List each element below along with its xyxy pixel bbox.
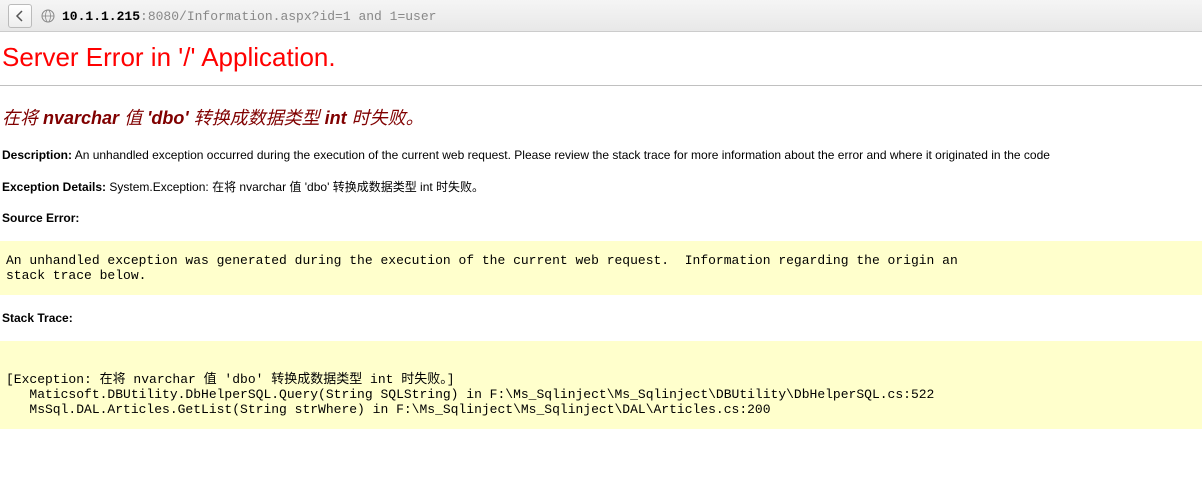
error-message: 在将 nvarchar 值 'dbo' 转换成数据类型 int 时失败。 <box>0 104 1202 148</box>
back-arrow-icon <box>14 10 26 22</box>
stack-trace-block: [Exception: 在将 nvarchar 值 'dbo' 转换成数据类型 … <box>0 341 1202 429</box>
url-bar[interactable]: 10.1.1.215:8080/Information.aspx?id=1 an… <box>62 8 436 24</box>
exception-section: Exception Details: System.Exception: 在将 … <box>2 178 1202 195</box>
description-label: Description: <box>2 148 72 162</box>
exception-label: Exception Details: <box>2 180 106 194</box>
error-title: Server Error in '/' Application. <box>0 42 1202 81</box>
url-path: :8080/Information.aspx?id=1 and 1=user <box>140 9 436 24</box>
url-host: 10.1.1.215 <box>62 9 140 24</box>
source-error-label: Source Error: <box>2 211 79 225</box>
stack-trace-label: Stack Trace: <box>2 311 73 325</box>
browser-toolbar: 10.1.1.215:8080/Information.aspx?id=1 an… <box>0 0 1202 32</box>
error-page: Server Error in '/' Application. 在将 nvar… <box>0 32 1202 429</box>
divider <box>0 85 1202 86</box>
description-text: An unhandled exception occurred during t… <box>72 148 1050 162</box>
source-error-label-section: Source Error: <box>2 211 1202 225</box>
exception-text: System.Exception: 在将 nvarchar 值 'dbo' 转换… <box>106 180 484 194</box>
stack-trace-label-section: Stack Trace: <box>2 311 1202 325</box>
source-error-block: An unhandled exception was generated dur… <box>0 241 1202 295</box>
back-button[interactable] <box>8 4 32 28</box>
description-section: Description: An unhandled exception occu… <box>2 148 1202 162</box>
globe-icon <box>40 8 56 24</box>
